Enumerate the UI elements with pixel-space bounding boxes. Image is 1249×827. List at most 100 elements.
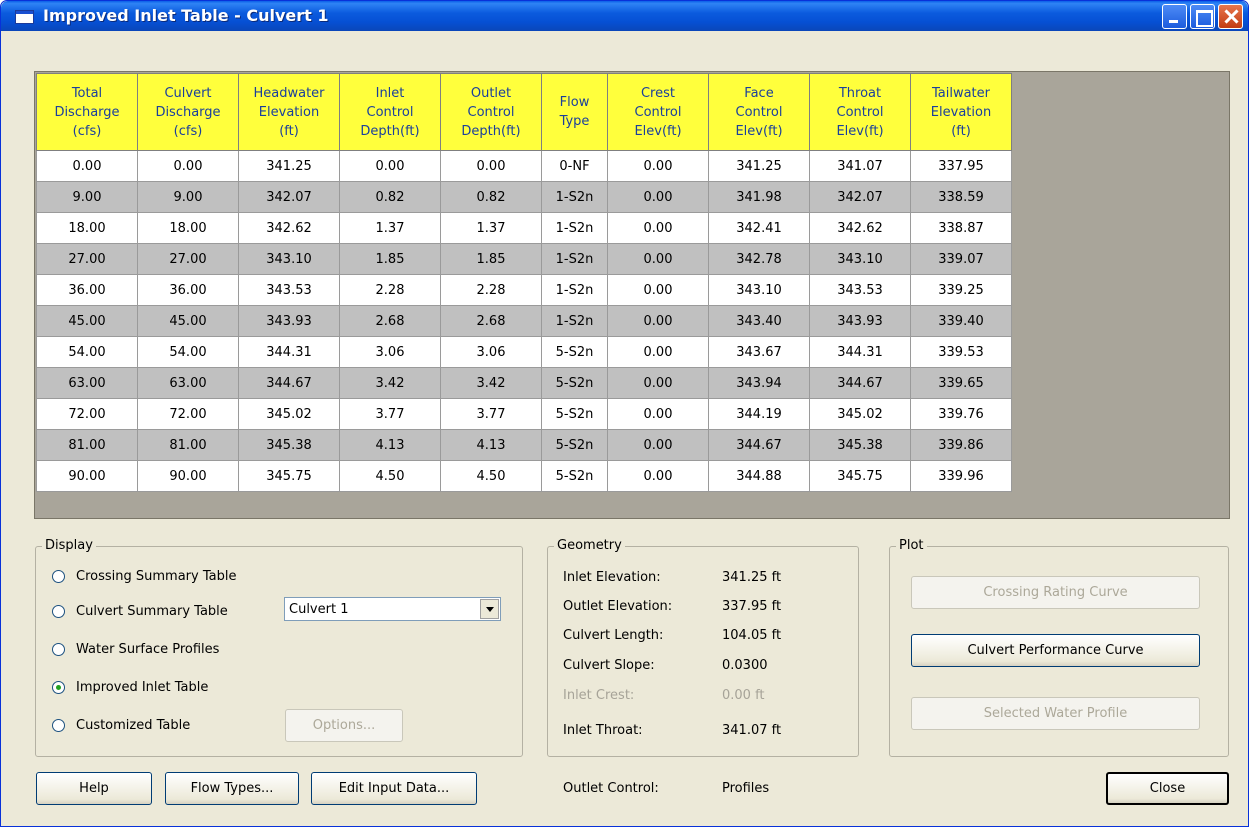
- edit-input-data-button[interactable]: Edit Input Data...: [311, 772, 477, 805]
- table-cell[interactable]: 0.00: [339, 150, 441, 182]
- table-cell[interactable]: 72.00: [137, 398, 239, 430]
- table-cell[interactable]: 343.40: [708, 305, 810, 337]
- table-cell[interactable]: 54.00: [137, 336, 239, 368]
- table-cell[interactable]: 1-S2n: [541, 243, 608, 275]
- table-cell[interactable]: 0.00: [440, 150, 542, 182]
- table-row[interactable]: 72.00 72.00 345.02 3.77 3.77 5-S2n 0.00 344.19 3…: [36, 398, 1012, 430]
- radio-button-selected[interactable]: [52, 681, 65, 694]
- selected-water-profile-button[interactable]: Selected Water Profile: [911, 697, 1200, 730]
- title-bar[interactable]: Improved Inlet Table - Culvert 1: [1, 1, 1248, 31]
- table-row[interactable]: 18.00 18.00 342.62 1.37 1.37 1-S2n 0.00 342.41 3…: [36, 212, 1012, 244]
- table-cell[interactable]: 0.00: [607, 429, 709, 461]
- table-cell[interactable]: 72.00: [36, 398, 138, 430]
- table-cell[interactable]: 81.00: [137, 429, 239, 461]
- table-cell[interactable]: 0.82: [339, 181, 441, 213]
- table-cell[interactable]: 339.25: [910, 274, 1012, 306]
- table-cell[interactable]: 36.00: [36, 274, 138, 306]
- table-cell[interactable]: 338.59: [910, 181, 1012, 213]
- table-cell[interactable]: 63.00: [36, 367, 138, 399]
- table-cell[interactable]: 36.00: [137, 274, 239, 306]
- table-cell[interactable]: 343.10: [708, 274, 810, 306]
- table-cell[interactable]: 5-S2n: [541, 429, 608, 461]
- results-grid[interactable]: Total Discharge (cfs) Culvert Discharge (cfs)…: [34, 71, 1230, 519]
- table-cell[interactable]: 338.87: [910, 212, 1012, 244]
- table-cell[interactable]: 343.93: [809, 305, 911, 337]
- table-cell[interactable]: 341.25: [708, 150, 810, 182]
- table-cell[interactable]: 0.00: [607, 305, 709, 337]
- table-cell[interactable]: 342.62: [809, 212, 911, 244]
- close-button[interactable]: Close: [1106, 772, 1229, 805]
- table-cell[interactable]: 0.00: [607, 212, 709, 244]
- table-cell[interactable]: 342.62: [238, 212, 340, 244]
- table-cell[interactable]: 1-S2n: [541, 305, 608, 337]
- table-cell[interactable]: 343.67: [708, 336, 810, 368]
- table-cell[interactable]: 4.50: [339, 460, 441, 492]
- table-cell[interactable]: 0.00: [607, 274, 709, 306]
- table-cell[interactable]: 0.00: [607, 460, 709, 492]
- table-cell[interactable]: 344.88: [708, 460, 810, 492]
- table-cell[interactable]: 3.77: [339, 398, 441, 430]
- table-cell[interactable]: 2.68: [440, 305, 542, 337]
- column-header[interactable]: Outlet Control Depth(ft): [440, 73, 542, 151]
- help-button[interactable]: Help: [36, 772, 152, 805]
- table-cell[interactable]: 1-S2n: [541, 181, 608, 213]
- table-cell[interactable]: 343.93: [238, 305, 340, 337]
- column-header[interactable]: Face Control Elev(ft): [708, 73, 810, 151]
- column-header[interactable]: Crest Control Elev(ft): [607, 73, 709, 151]
- radio-improved-inlet-table[interactable]: Improved Inlet Table: [52, 680, 208, 695]
- table-cell[interactable]: 4.50: [440, 460, 542, 492]
- radio-culvert-summary-table[interactable]: Culvert Summary Table: [52, 604, 228, 619]
- table-cell[interactable]: 341.98: [708, 181, 810, 213]
- table-cell[interactable]: 5-S2n: [541, 460, 608, 492]
- table-cell[interactable]: 27.00: [137, 243, 239, 275]
- table-cell[interactable]: 9.00: [137, 181, 239, 213]
- table-cell[interactable]: 0.00: [36, 150, 138, 182]
- table-cell[interactable]: 5-S2n: [541, 367, 608, 399]
- table-cell[interactable]: 342.07: [238, 181, 340, 213]
- maximize-button[interactable]: [1190, 4, 1215, 29]
- table-row[interactable]: 54.00 54.00 344.31 3.06 3.06 5-S2n 0.00 343.67 3…: [36, 336, 1012, 368]
- table-cell[interactable]: 344.31: [238, 336, 340, 368]
- table-cell[interactable]: 9.00: [36, 181, 138, 213]
- table-cell[interactable]: 342.78: [708, 243, 810, 275]
- culvert-performance-curve-button[interactable]: Culvert Performance Curve: [911, 634, 1200, 667]
- table-cell[interactable]: 1.37: [440, 212, 542, 244]
- table-cell[interactable]: 343.10: [238, 243, 340, 275]
- flow-types-button[interactable]: Flow Types...: [165, 772, 299, 805]
- table-cell[interactable]: 344.67: [809, 367, 911, 399]
- minimize-button[interactable]: [1162, 4, 1187, 29]
- table-cell[interactable]: 18.00: [137, 212, 239, 244]
- table-cell[interactable]: 4.13: [440, 429, 542, 461]
- close-window-button[interactable]: [1218, 4, 1243, 29]
- radio-crossing-summary-table[interactable]: Crossing Summary Table: [52, 569, 236, 584]
- column-header[interactable]: Throat Control Elev(ft): [809, 73, 911, 151]
- table-cell[interactable]: 3.77: [440, 398, 542, 430]
- table-cell[interactable]: 341.25: [238, 150, 340, 182]
- column-header[interactable]: Total Discharge (cfs): [36, 73, 138, 151]
- radio-button[interactable]: [52, 719, 65, 732]
- table-cell[interactable]: 5-S2n: [541, 336, 608, 368]
- table-cell[interactable]: 0.00: [607, 367, 709, 399]
- table-cell[interactable]: 1.85: [339, 243, 441, 275]
- table-cell[interactable]: 345.75: [238, 460, 340, 492]
- table-cell[interactable]: 45.00: [36, 305, 138, 337]
- table-cell[interactable]: 339.53: [910, 336, 1012, 368]
- table-row[interactable]: 9.00 9.00 342.07 0.82 0.82 1-S2n 0.00 341.98 342…: [36, 181, 1012, 213]
- table-cell[interactable]: 339.07: [910, 243, 1012, 275]
- table-cell[interactable]: 81.00: [36, 429, 138, 461]
- table-cell[interactable]: 344.31: [809, 336, 911, 368]
- table-cell[interactable]: 2.28: [440, 274, 542, 306]
- table-cell[interactable]: 342.41: [708, 212, 810, 244]
- table-cell[interactable]: 0.00: [607, 181, 709, 213]
- table-cell[interactable]: 343.94: [708, 367, 810, 399]
- table-cell[interactable]: 90.00: [137, 460, 239, 492]
- table-cell[interactable]: 343.53: [809, 274, 911, 306]
- table-cell[interactable]: 1-S2n: [541, 274, 608, 306]
- table-row[interactable]: 45.00 45.00 343.93 2.68 2.68 1-S2n 0.00 343.40 3…: [36, 305, 1012, 337]
- table-cell[interactable]: 45.00: [137, 305, 239, 337]
- table-cell[interactable]: 0.00: [607, 243, 709, 275]
- column-header[interactable]: Tailwater Elevation (ft): [910, 73, 1012, 151]
- radio-button[interactable]: [52, 570, 65, 583]
- table-cell[interactable]: 339.96: [910, 460, 1012, 492]
- table-cell[interactable]: 341.07: [809, 150, 911, 182]
